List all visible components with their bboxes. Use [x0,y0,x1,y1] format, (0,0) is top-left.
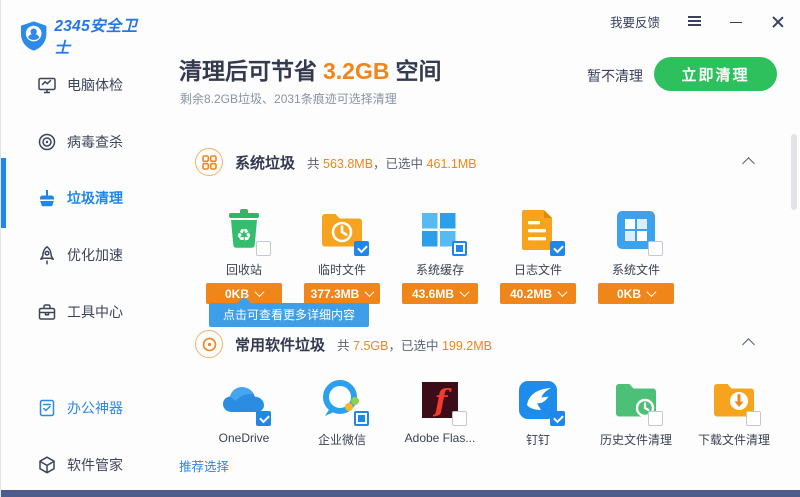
sidebar-item-label: 电脑体检 [67,77,123,93]
rocket-icon [40,246,54,265]
document-check-icon [39,399,55,417]
page-title: 清理后可节省 3.2GB 空间 [179,52,441,86]
item-checkbox[interactable] [648,241,663,256]
tile-onedrive[interactable]: OneDrive [195,376,293,448]
system-junk-tiles: ♻ 回收站 0KB 临时文件 377.3MB 系统缓存 43.6MB 日志文件 … [195,206,685,304]
app-junk-tiles: OneDrive 企业微信 f Adobe Flas... 钉钉 历史文件清理 … [195,376,783,448]
item-checkbox[interactable] [256,411,271,426]
tile-label: 历史文件清理 [599,433,672,447]
cube-icon [39,456,55,474]
app-title: 2345安全卫士 [54,18,138,57]
target-icon [38,133,56,151]
tile-system-files[interactable]: 系统文件 0KB [587,206,685,304]
taskbar-sliver [1,490,800,497]
section-title: 系统垃圾 [235,154,296,172]
close-icon[interactable] [770,14,786,30]
section-summary: 共 563.8MB，已选中 461.1MB [307,156,477,171]
clean-now-button[interactable]: 立即清理 [654,57,777,91]
tile-label: 临时文件 [317,263,366,277]
tile-label: 系统文件 [611,263,660,277]
sidebar-item-label: 病毒查杀 [67,134,123,150]
collapse-section-2-icon[interactable] [743,336,755,348]
tile-log-files[interactable]: 日志文件 40.2MB [489,206,587,304]
hamburger-menu-icon[interactable] [686,14,702,30]
tile-temp-files[interactable]: 临时文件 377.3MB [293,206,391,304]
size-badge[interactable]: 43.6MB [402,283,478,304]
item-checkbox[interactable] [550,241,565,256]
broom-icon [40,190,54,207]
sidebar-item-office[interactable]: 办公神器 [1,391,151,425]
section-app-junk-header: 常用软件垃圾 共 7.5GB，已选中 199.2MB [195,330,492,358]
toolbox-icon [38,304,56,320]
svg-text:♻: ♻ [236,226,251,246]
sidebar-item-tools[interactable]: 工具中心 [1,295,151,329]
chevron-down-icon [364,287,375,298]
size-badge[interactable]: 0KB [598,283,674,304]
item-checkbox[interactable] [354,241,369,256]
scrollbar-thumb[interactable] [791,134,797,210]
disc-icon [195,330,223,358]
tile-label: OneDrive [218,431,270,445]
tile-download-clean[interactable]: 下载文件清理 [685,376,783,448]
tile-dingtalk[interactable]: 钉钉 [489,376,587,448]
tile-label: 日志文件 [513,263,562,277]
section-title: 常用软件垃圾 [235,336,326,354]
feedback-link[interactable]: 我要反馈 [610,12,660,31]
app-window: 我要反馈 2345安全卫士 电脑体检 病毒查杀 垃圾清理 优化加速 工具中心 办… [0,0,800,497]
shield-logo-icon [20,21,47,51]
item-checkbox[interactable] [452,241,467,256]
sidebar-item-label: 软件管家 [67,457,123,473]
chevron-down-icon [557,287,568,298]
tile-wecom[interactable]: 企业微信 [293,376,391,448]
tile-history-clean[interactable]: 历史文件清理 [587,376,685,448]
tile-label: Adobe Flas... [404,431,476,445]
tile-system-cache[interactable]: 系统缓存 43.6MB [391,206,489,304]
size-badge[interactable]: 377.3MB [304,283,380,304]
minimize-icon[interactable] [728,14,744,30]
title-suffix: 空间 [395,58,442,84]
tile-label: 钉钉 [525,433,550,447]
app-logo: 2345安全卫士 [19,14,151,58]
tooltip: 点击可查看更多详细内容 [209,297,370,327]
skip-clean-button[interactable]: 暂不清理 [587,66,643,86]
chevron-down-icon [254,287,265,298]
page-subtitle: 剩余8.2GB垃圾、2031条痕迹可选择清理 [180,92,397,106]
section-system-junk-header: 系统垃圾 共 563.8MB，已选中 461.1MB [195,148,477,176]
sidebar-item-label: 工具中心 [67,304,123,320]
sidebar-item-checkup[interactable]: 电脑体检 [1,68,151,102]
tile-adobe-flash[interactable]: f Adobe Flas... [391,376,489,448]
item-checkbox[interactable] [354,411,369,426]
sidebar-item-software[interactable]: 软件管家 [1,448,151,482]
tile-label: 企业微信 [317,433,366,447]
title-prefix: 清理后可节省 [179,58,317,84]
tile-recycle-bin[interactable]: ♻ 回收站 0KB [195,206,293,304]
item-checkbox[interactable] [452,411,467,426]
chevron-down-icon [459,287,470,298]
sidebar-item-label: 优化加速 [67,247,123,263]
chevron-down-icon [646,287,657,298]
tile-label: 下载文件清理 [697,433,770,447]
sidebar-item-label: 垃圾清理 [67,190,123,206]
title-highlight: 3.2GB [323,58,390,84]
item-checkbox[interactable] [648,411,663,426]
tile-label: 系统缓存 [415,263,464,277]
sidebar: 2345安全卫士 电脑体检 病毒查杀 垃圾清理 优化加速 工具中心 办公神器 软… [1,0,151,490]
item-checkbox[interactable] [746,411,761,426]
collapse-section-1-icon[interactable] [743,155,755,167]
section-summary: 共 7.5GB，已选中 199.2MB [337,338,492,353]
sidebar-item-label: 办公神器 [67,400,123,416]
sidebar-item-virus-scan[interactable]: 病毒查杀 [1,125,151,159]
monitor-icon [38,77,56,94]
item-checkbox[interactable] [550,411,565,426]
size-badge[interactable]: 40.2MB [500,283,576,304]
recommend-select-link[interactable]: 推荐选择 [179,456,229,475]
sidebar-item-cleanup[interactable]: 垃圾清理 [1,181,151,215]
item-checkbox[interactable] [256,241,271,256]
titlebar-controls: 我要反馈 [610,12,786,31]
grid-icon [195,148,223,176]
tile-label: 回收站 [225,263,262,277]
sidebar-item-speedup[interactable]: 优化加速 [1,238,151,272]
